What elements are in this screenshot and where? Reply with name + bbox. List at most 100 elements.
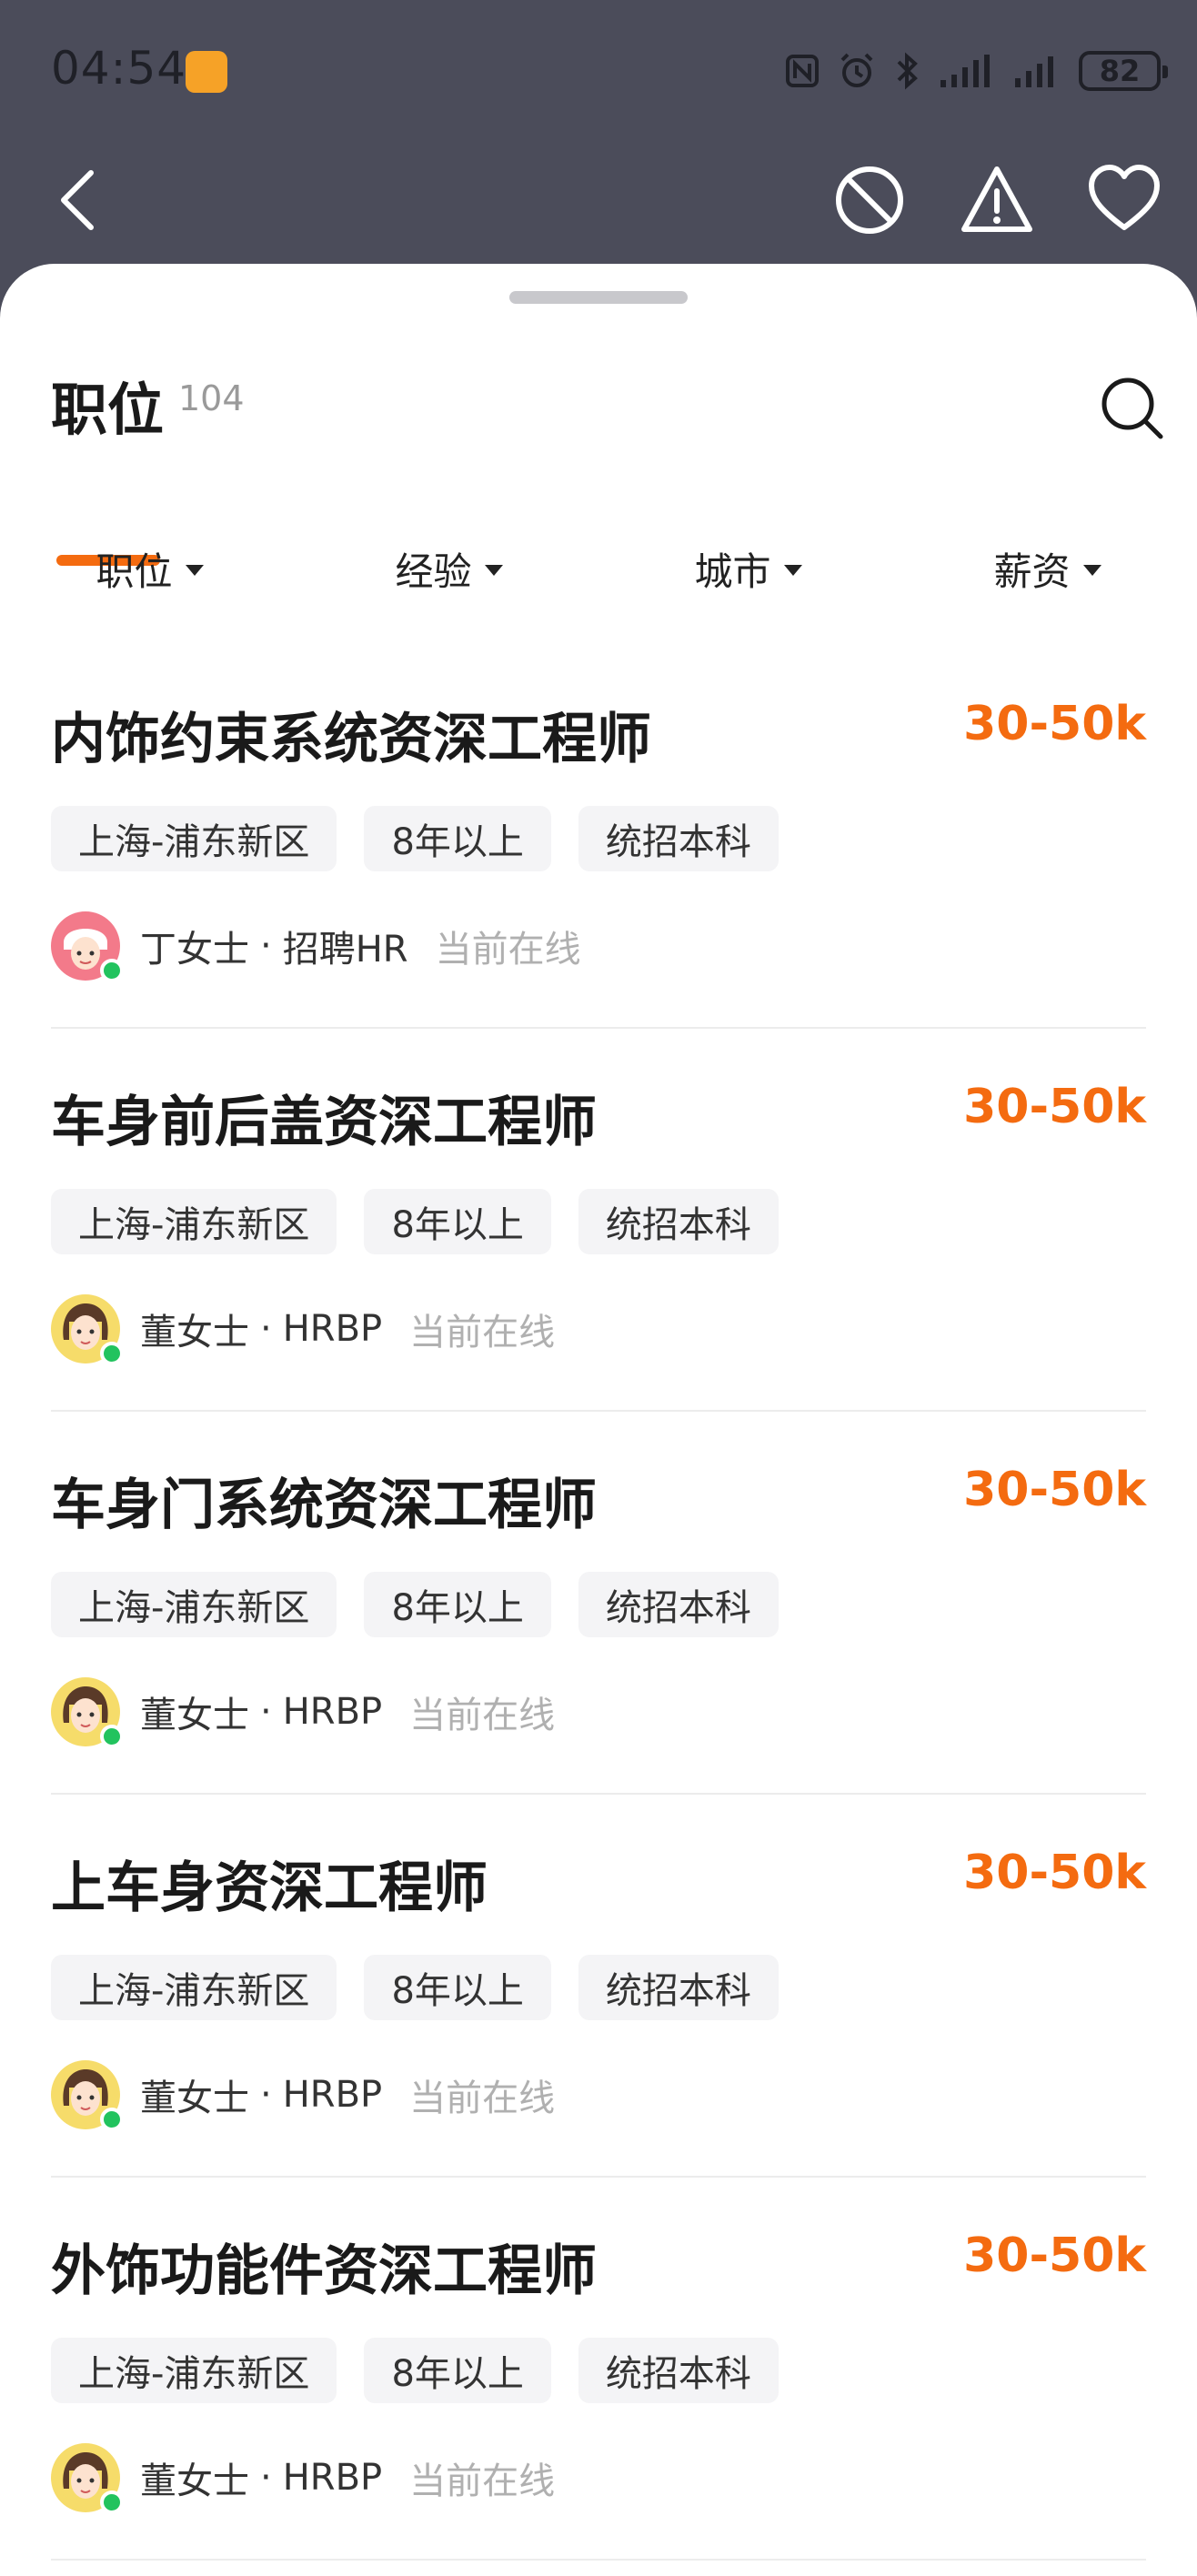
nfc-icon (784, 53, 820, 89)
filter-row: 职位 经验 城市 薪资 (0, 537, 1197, 600)
job-title: 外饰功能件资深工程师 (51, 2239, 597, 2303)
tag-location: 上海-浦东新区 (51, 1189, 337, 1254)
tag-location: 上海-浦东新区 (51, 2338, 337, 2403)
top-area: 04:54 82 (0, 0, 1197, 291)
job-list: 内饰约束系统资深工程师 30-50k 上海-浦东新区 8年以上 统招本科 丁女士… (51, 646, 1146, 2561)
recruiter-name: 丁女士 (140, 929, 249, 971)
tag-education: 统招本科 (578, 2338, 779, 2403)
online-indicator (100, 1725, 124, 1748)
avatar (51, 911, 124, 982)
job-list-sheet: 职位 104 职位 经验 城市 薪资 内饰约束系统资深工程师 30-50k 上海… (0, 264, 1197, 2576)
tag-education: 统招本科 (578, 1189, 779, 1254)
tag-education: 统招本科 (578, 1572, 779, 1637)
filter-city[interactable]: 城市 (598, 537, 898, 600)
signal-icon (937, 53, 995, 89)
drag-handle[interactable] (509, 291, 688, 304)
recruiter-status: 当前在线 (435, 929, 581, 971)
job-title: 上车身资深工程师 (51, 1857, 488, 1920)
search-button[interactable] (1097, 373, 1166, 442)
filter-experience[interactable]: 经验 (299, 537, 598, 600)
job-tags: 上海-浦东新区 8年以上 统招本科 (51, 1189, 779, 1254)
recruiter-role: HRBP (282, 2457, 383, 2499)
job-tags: 上海-浦东新区 8年以上 统招本科 (51, 1955, 779, 2020)
job-card[interactable]: 车身门系统资深工程师 30-50k 上海-浦东新区 8年以上 统招本科 董女士 … (51, 1412, 1146, 1795)
recruiter-status: 当前在线 (409, 1312, 556, 1353)
recruiter-info: 董女士 · HRBP 当前在线 (51, 1675, 555, 1748)
chevron-left-icon (61, 170, 94, 230)
tab-row: 职位 104 (51, 364, 1146, 566)
tag-experience: 8年以上 (364, 806, 551, 871)
signal-icon (1011, 53, 1062, 89)
status-time: 04:54 (51, 42, 187, 95)
recruiter-role: HRBP (282, 1308, 383, 1350)
recruiter-separator: · (260, 1691, 272, 1733)
filter-label: 薪资 (993, 548, 1071, 594)
filter-salary[interactable]: 薪资 (898, 537, 1197, 600)
tab-positions[interactable]: 职位 (51, 364, 164, 446)
bluetooth-icon (893, 51, 920, 91)
tag-location: 上海-浦东新区 (51, 806, 337, 871)
caret-down-icon (783, 565, 802, 576)
tag-experience: 8年以上 (364, 1572, 551, 1637)
tag-experience: 8年以上 (364, 1189, 551, 1254)
online-indicator (100, 1342, 124, 1365)
status-bar: 04:54 82 (0, 0, 1197, 146)
job-card[interactable]: 外饰功能件资深工程师 30-50k 上海-浦东新区 8年以上 统招本科 董女士 … (51, 2178, 1146, 2561)
recruiter-info: 董女士 · HRBP 当前在线 (51, 2058, 555, 2131)
recruiter-role: HRBP (282, 2074, 383, 2116)
favorite-button[interactable] (1088, 164, 1161, 236)
report-button[interactable] (961, 164, 1033, 236)
tag-experience: 8年以上 (364, 1955, 551, 2020)
search-icon (1101, 377, 1163, 439)
job-card[interactable]: 内饰约束系统资深工程师 30-50k 上海-浦东新区 8年以上 统招本科 丁女士… (51, 646, 1146, 1029)
recruiter-role: 招聘HR (282, 929, 408, 971)
job-tags: 上海-浦东新区 8年以上 统招本科 (51, 1572, 779, 1637)
filter-label: 职位 (96, 548, 173, 594)
avatar (51, 1294, 124, 1365)
online-indicator (100, 2108, 124, 2131)
job-salary: 30-50k (963, 1080, 1146, 1134)
recruiter-info: 丁女士 · 招聘HR 当前在线 (51, 910, 581, 982)
tag-experience: 8年以上 (364, 2338, 551, 2403)
job-salary: 30-50k (963, 1846, 1146, 1900)
block-button[interactable] (833, 164, 906, 236)
report-warning-icon (961, 166, 1032, 232)
tag-location: 上海-浦东新区 (51, 1955, 337, 2020)
recruiter-status: 当前在线 (409, 2460, 556, 2502)
recruiter-separator: · (260, 1308, 272, 1350)
recruiter-info: 董女士 · HRBP 当前在线 (51, 2441, 555, 2514)
filter-label: 经验 (395, 548, 472, 594)
job-salary: 30-50k (963, 1463, 1146, 1517)
tag-education: 统招本科 (578, 806, 779, 871)
back-button[interactable] (55, 164, 100, 236)
battery-indicator: 82 (1079, 51, 1168, 91)
caret-down-icon (1082, 565, 1101, 576)
caret-down-icon (484, 565, 503, 576)
job-salary: 30-50k (963, 2229, 1146, 2283)
job-card[interactable]: 上车身资深工程师 30-50k 上海-浦东新区 8年以上 统招本科 董女士 · (51, 1795, 1146, 2178)
tag-location: 上海-浦东新区 (51, 1572, 337, 1637)
online-indicator (100, 2490, 124, 2514)
job-tags: 上海-浦东新区 8年以上 统招本科 (51, 2338, 779, 2403)
alarm-icon (837, 51, 877, 91)
job-salary: 30-50k (963, 697, 1146, 751)
online-indicator (100, 959, 124, 982)
job-tags: 上海-浦东新区 8年以上 统招本科 (51, 806, 779, 871)
app-notification-icon (186, 51, 227, 93)
job-card[interactable]: 车身前后盖资深工程师 30-50k 上海-浦东新区 8年以上 统招本科 董女士 … (51, 1029, 1146, 1412)
avatar (51, 2443, 124, 2514)
tag-education: 统招本科 (578, 1955, 779, 2020)
recruiter-name: 董女士 (140, 2460, 249, 2502)
nav-actions (833, 164, 1161, 236)
recruiter-name: 董女士 (140, 1312, 249, 1353)
recruiter-role: HRBP (282, 1691, 383, 1733)
job-title: 车身前后盖资深工程师 (51, 1091, 597, 1154)
avatar (51, 2060, 124, 2131)
filter-position[interactable]: 职位 (0, 537, 299, 600)
tab-count: 104 (178, 378, 245, 418)
job-title: 车身门系统资深工程师 (51, 1474, 597, 1537)
job-title: 内饰约束系统资深工程师 (51, 708, 651, 771)
recruiter-name: 董女士 (140, 1695, 249, 1736)
caret-down-icon (185, 565, 204, 576)
recruiter-separator: · (260, 2074, 272, 2116)
